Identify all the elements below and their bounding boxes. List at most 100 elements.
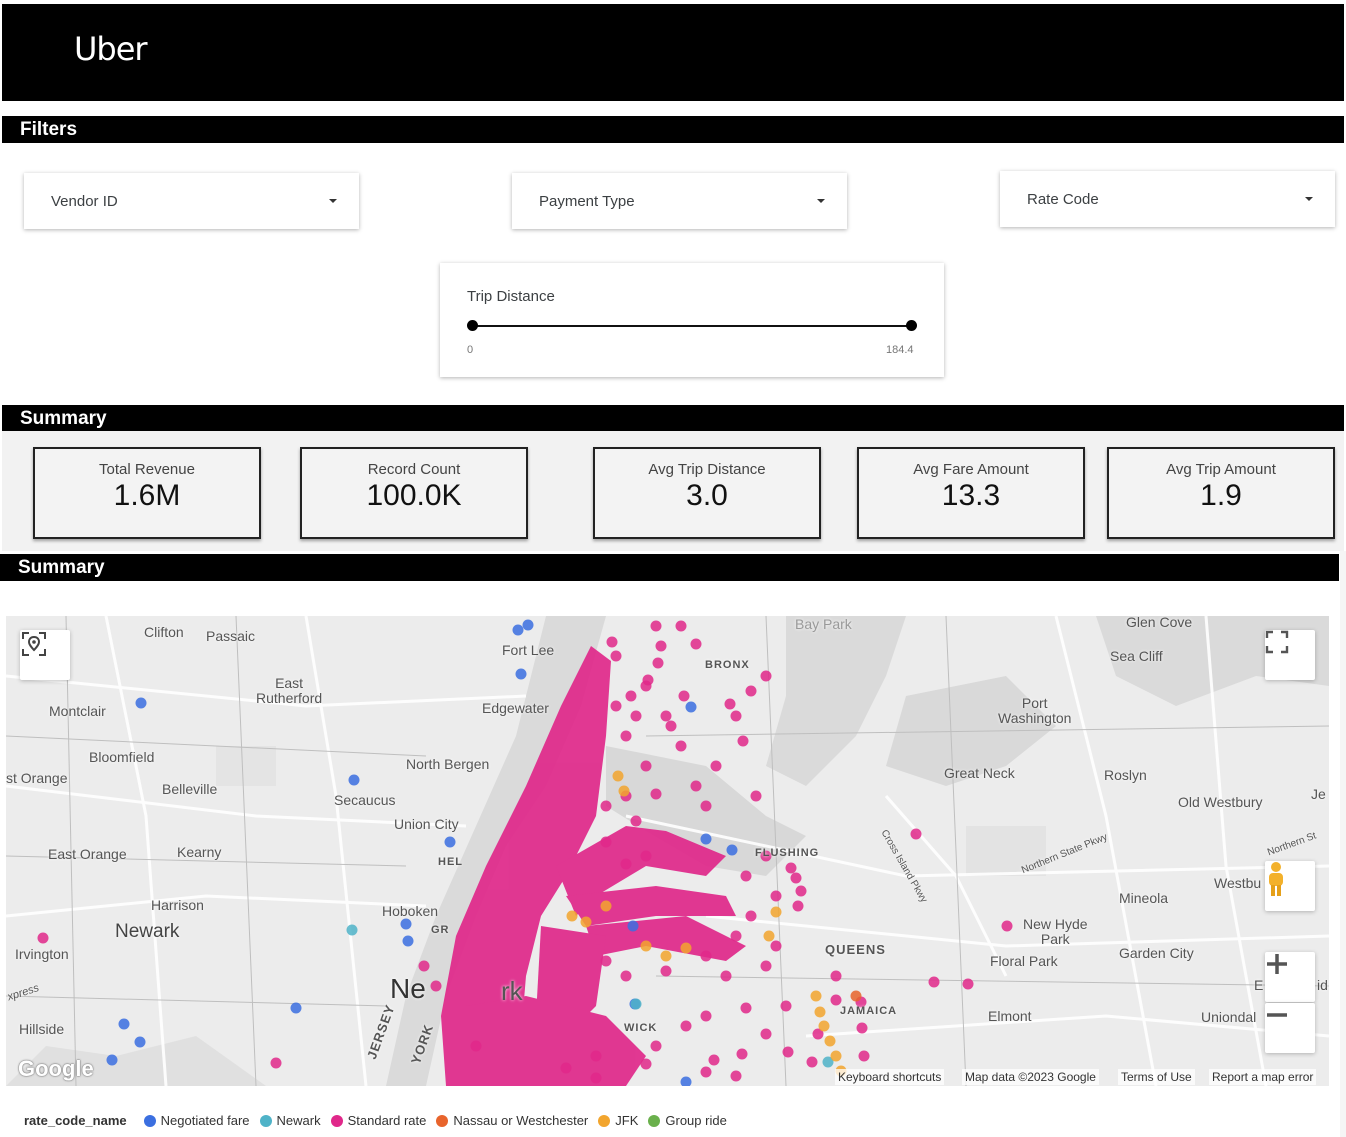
trip-point xyxy=(700,1010,712,1022)
report-map-error-link[interactable]: Report a map error xyxy=(1209,1069,1317,1085)
legend-item-newark[interactable]: Newark xyxy=(259,1113,321,1128)
vendor-id-select[interactable]: Vendor ID xyxy=(24,173,359,229)
trip-point xyxy=(627,920,639,932)
locate-me-button[interactable] xyxy=(20,630,70,680)
place-label: rk xyxy=(501,976,523,1006)
street-view-pegman[interactable] xyxy=(1265,861,1315,911)
place-label: Great Neck xyxy=(944,765,1015,781)
trip-distance-max-handle[interactable] xyxy=(906,320,917,331)
trip-point xyxy=(680,1076,692,1086)
trip-distance-track[interactable] xyxy=(472,325,912,327)
summary-section-header: Summary xyxy=(2,405,1344,432)
trip-point xyxy=(910,828,922,840)
place-label: Old Westbury xyxy=(1178,794,1263,810)
trip-map[interactable]: Clifton Passaic Montclair East Rutherfor… xyxy=(6,616,1329,1086)
legend-item-negotiated-fare[interactable]: Negotiated fare xyxy=(143,1113,250,1128)
place-label: Passaic xyxy=(206,628,256,644)
terms-of-use-link[interactable]: Terms of Use xyxy=(1118,1069,1195,1085)
page-edge xyxy=(1340,551,1346,1137)
legend-label: Negotiated fare xyxy=(160,1113,250,1128)
trip-point xyxy=(806,1056,818,1068)
zoom-out-button[interactable] xyxy=(1265,1003,1315,1053)
trip-point xyxy=(770,890,782,902)
legend-dot xyxy=(143,1114,156,1127)
trip-point xyxy=(730,930,742,942)
place-label: Bloomfield xyxy=(89,749,155,765)
trip-point xyxy=(858,1050,870,1062)
kpi-value: 3.0 xyxy=(686,479,728,512)
place-label: JAMAICA xyxy=(840,1005,898,1017)
payment-type-select[interactable]: Payment Type xyxy=(512,173,847,229)
trip-point xyxy=(760,670,772,682)
trip-point xyxy=(118,1018,130,1030)
trip-point xyxy=(430,980,442,992)
legend-item-standard-rate[interactable]: Standard rate xyxy=(330,1113,426,1128)
trip-point xyxy=(640,760,652,772)
trip-point xyxy=(665,720,677,732)
trip-point xyxy=(850,990,862,1002)
zoom-in-button[interactable] xyxy=(1265,952,1315,1002)
trip-distance-min-handle[interactable] xyxy=(467,320,478,331)
place-label: Glen Cove xyxy=(1126,616,1193,630)
keyboard-shortcuts-link[interactable]: Keyboard shortcuts xyxy=(835,1069,945,1085)
trip-point xyxy=(630,998,642,1010)
place-label: Secaucus xyxy=(334,792,396,808)
trip-point xyxy=(522,619,534,631)
trip-point xyxy=(780,1000,792,1012)
trip-point xyxy=(444,836,456,848)
trip-point xyxy=(740,870,752,882)
legend-dot xyxy=(330,1114,343,1127)
payment-type-label: Payment Type xyxy=(539,192,635,210)
trip-point xyxy=(962,978,974,990)
trip-point xyxy=(640,1058,652,1070)
place-label: Union City xyxy=(394,816,459,832)
legend-dot xyxy=(598,1114,611,1127)
trip-point xyxy=(590,1072,602,1084)
trip-distance-filter: Trip Distance 0 184.4 xyxy=(440,263,944,377)
trip-point xyxy=(928,976,940,988)
rate-code-select[interactable]: Rate Code xyxy=(1000,171,1335,227)
chevron-down-icon xyxy=(1305,197,1313,201)
trip-distance-label: Trip Distance xyxy=(467,288,555,305)
place-label: East Orange xyxy=(48,846,127,862)
plus-icon xyxy=(1267,954,1287,974)
place-label: Kearny xyxy=(177,844,222,860)
place-label: Harrison xyxy=(151,897,204,913)
trip-point xyxy=(618,785,630,797)
fullscreen-icon xyxy=(1265,630,1289,654)
legend-item-jfk[interactable]: JFK xyxy=(598,1113,638,1128)
place-label: Hoboken xyxy=(382,903,439,919)
trip-point xyxy=(680,942,692,954)
trip-point xyxy=(710,760,722,772)
legend-label: JFK xyxy=(615,1113,639,1128)
trip-point xyxy=(782,1046,794,1058)
legend-dot xyxy=(648,1114,661,1127)
place-label: Ne xyxy=(390,973,426,1004)
trip-point xyxy=(810,990,822,1002)
place-label: QUEENS xyxy=(825,942,886,957)
trip-point xyxy=(824,1035,836,1047)
legend-item-group-ride[interactable]: Group ride xyxy=(648,1113,727,1128)
legend-item-nassau-westchester[interactable]: Nassau or Westchester xyxy=(436,1113,588,1128)
trip-point xyxy=(600,900,612,912)
trip-point xyxy=(512,624,524,636)
place-label: Elmont xyxy=(988,1008,1032,1024)
rate-code-label: Rate Code xyxy=(1027,190,1099,208)
place-label: Bay Park xyxy=(795,616,852,632)
uber-logo[interactable]: Uber xyxy=(74,30,148,68)
trip-point xyxy=(736,1048,748,1060)
fullscreen-button[interactable] xyxy=(1265,630,1315,680)
place-label: Westbu xyxy=(1214,875,1262,891)
map-legend: rate_code_name Negotiated fare Newark St… xyxy=(24,1113,737,1128)
trip-point xyxy=(675,740,687,752)
place-label: Je xyxy=(1311,786,1326,802)
place-label: Edgewater xyxy=(482,700,549,716)
trip-point xyxy=(700,950,712,962)
legend-label: Nassau or Westchester xyxy=(453,1113,589,1128)
trip-point xyxy=(660,710,672,722)
trip-point xyxy=(560,1062,572,1074)
place-label: BRONX xyxy=(705,659,750,671)
legend-dot xyxy=(259,1114,272,1127)
trip-point xyxy=(680,1020,692,1032)
trip-point xyxy=(580,916,592,928)
